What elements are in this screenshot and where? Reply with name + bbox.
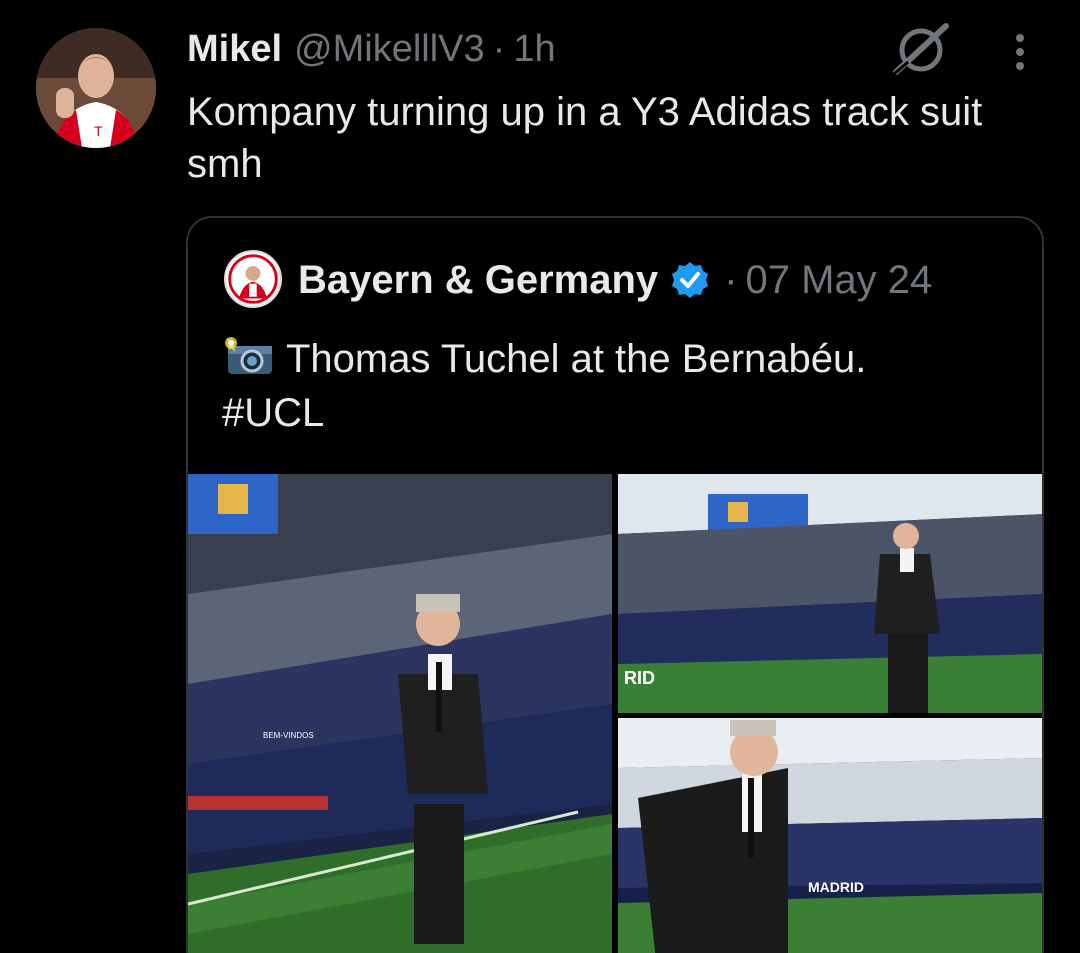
separator-dot: · — [492, 27, 506, 70]
author-name[interactable]: Mikel — [187, 28, 282, 71]
quoted-post[interactable]: Bayern & Germany · 07 May 24 Thomas Tuch… — [186, 216, 1044, 953]
verified-badge-icon[interactable] — [670, 260, 710, 300]
svg-text:T: T — [94, 123, 103, 139]
quoted-post-text: Thomas Tuchel at the Bernabéu. #UCL — [222, 332, 1022, 440]
author-handle[interactable]: @MikelllV3 — [294, 28, 485, 71]
more-options-icon[interactable] — [1004, 28, 1036, 76]
quoted-author-avatar[interactable] — [224, 250, 282, 308]
post-time[interactable]: 1h — [513, 28, 555, 71]
grok-icon[interactable] — [888, 20, 954, 78]
stadium-photo-3: MADRID — [618, 718, 1042, 953]
stadium-photo-2: RID — [618, 474, 1042, 713]
quoted-avatar-image — [226, 252, 280, 306]
banner-text: MADRID — [808, 879, 864, 895]
photo-3[interactable]: MADRID — [618, 718, 1042, 953]
tweet[interactable]: T Mikel @MikelllV3 · 1h Kompany turning … — [0, 0, 1080, 953]
stadium-photo-1: BEM-VINDOS — [188, 474, 612, 953]
media-grid: BEM-VINDOS RID MADRID — [188, 474, 1042, 953]
quoted-post-header: Bayern & Germany · 07 May 24 — [298, 254, 932, 306]
post-header: Mikel @MikelllV3 · 1h — [187, 24, 556, 74]
photo-1[interactable]: BEM-VINDOS — [188, 474, 612, 953]
quoted-post-date[interactable]: 07 May 24 — [745, 258, 932, 303]
quoted-text-line1: Thomas Tuchel at the Bernabéu. — [286, 337, 867, 381]
banner-text: RID — [624, 668, 655, 688]
hashtag-link[interactable]: #UCL — [222, 391, 324, 435]
photo-2[interactable]: RID — [618, 474, 1042, 713]
separator-dot: · — [724, 257, 738, 302]
post-text: Kompany turning up in a Y3 Adidas track … — [187, 90, 983, 186]
banner-text: BEM-VINDOS — [263, 731, 314, 740]
avatar-image: T — [36, 28, 156, 148]
quoted-author-name[interactable]: Bayern & Germany — [298, 258, 658, 303]
camera-with-flash-icon — [222, 334, 276, 378]
author-avatar[interactable]: T — [36, 28, 156, 148]
